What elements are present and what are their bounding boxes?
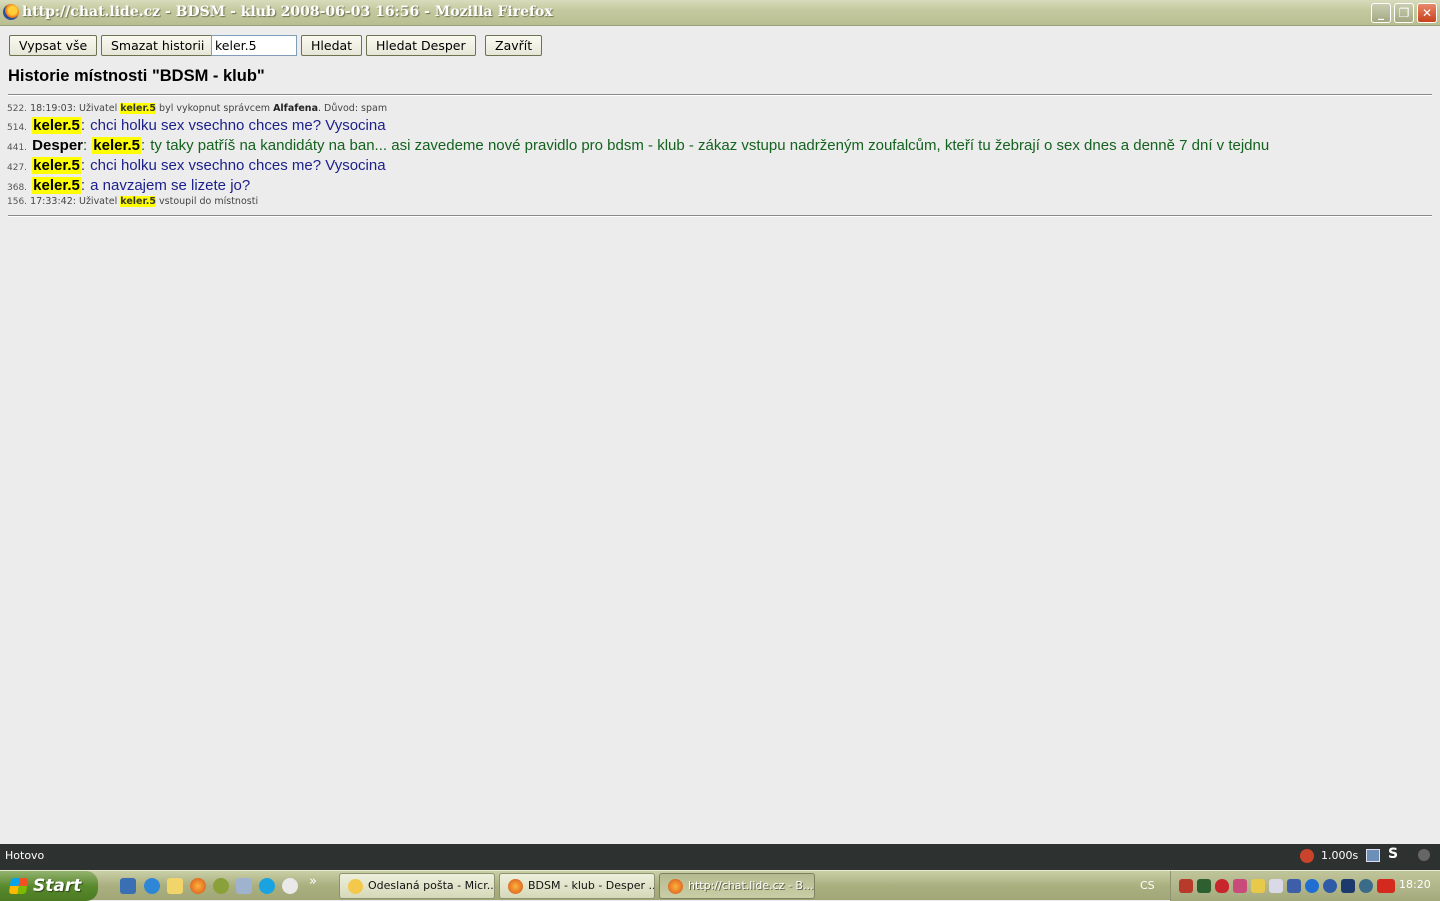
line-number: 156. [7, 197, 28, 207]
firefox-quicklaunch-icon[interactable] [190, 878, 206, 894]
timestamp: 17:33:42: [30, 196, 76, 207]
close-button[interactable]: Zavřít [485, 35, 543, 56]
separator: : [80, 177, 86, 194]
user-nick-highlight[interactable]: keler.5 [32, 177, 81, 194]
tray-app-icon[interactable] [1269, 879, 1283, 893]
icq-icon[interactable] [213, 878, 229, 894]
list-all-button[interactable]: Vypsat vše [9, 35, 98, 56]
task-label: http://chat.lide.cz - B... [688, 879, 814, 892]
start-label: Start [33, 876, 82, 896]
notepad-icon[interactable] [236, 878, 252, 894]
search-input[interactable]: keler.5 [211, 35, 297, 56]
language-indicator[interactable]: CS [1140, 879, 1155, 892]
ati-icon[interactable] [1377, 879, 1395, 893]
history-message-line: 514. keler.5: chci holku sex vsechno chc… [7, 115, 386, 134]
message-text: ty taky patříš na kandidáty na ban... as… [150, 137, 1270, 154]
separator: : [80, 157, 86, 174]
taskbar-item-outlook[interactable]: Odeslaná pošta - Micr... [339, 873, 495, 899]
media-player-icon[interactable] [282, 878, 298, 894]
task-label: BDSM - klub - Desper ... [528, 879, 655, 892]
clear-history-button[interactable]: Smazat historii [101, 35, 215, 56]
user-nick[interactable]: Desper [32, 137, 83, 154]
minimize-button[interactable]: _ [1371, 3, 1391, 23]
info-icon[interactable] [1305, 879, 1319, 893]
taskbar-item-firefox-active[interactable]: http://chat.lide.cz - B... [659, 873, 815, 899]
message-text: chci holku sex vsechno chces me? Vysocin… [90, 117, 386, 134]
history-message-line: 427. keler.5: chci holku sex vsechno chc… [7, 155, 386, 174]
line-number: 514. [7, 123, 28, 133]
window-title: http://chat.lide.cz - BDSM - klub 2008-0… [22, 4, 553, 20]
load-timing: 1.000s [1321, 849, 1359, 862]
page-content: Vypsat vše Smazat historii keler.5 Hleda… [0, 26, 1440, 844]
history-system-line: 522. 18:19:03: Uživatel keler.5 byl vyko… [7, 103, 387, 114]
system-text: . Důvod: spam [317, 103, 388, 114]
addon-icon[interactable] [1300, 849, 1314, 863]
recipient-nick-highlight[interactable]: keler.5 [92, 137, 141, 154]
divider-top [8, 94, 1432, 96]
security-icon[interactable] [1233, 879, 1247, 893]
divider-bottom [8, 215, 1432, 217]
internet-explorer-icon[interactable] [144, 878, 160, 894]
timestamp: 18:19:03: [30, 103, 76, 114]
message-text: chci holku sex vsechno chces me? Vysocin… [90, 157, 386, 174]
s-addon-icon[interactable]: S [1388, 846, 1398, 862]
network-tray-icon[interactable] [1197, 879, 1211, 893]
user-nick-highlight[interactable]: keler.5 [120, 196, 157, 207]
search-button[interactable]: Hledat [301, 35, 363, 56]
restore-button[interactable]: ❐ [1394, 3, 1414, 23]
admin-nick[interactable]: Alfafena [273, 103, 318, 114]
line-number: 441. [7, 143, 28, 153]
sync-icon[interactable] [1359, 879, 1373, 893]
skype-icon[interactable] [259, 878, 275, 894]
close-window-button[interactable]: ✕ [1417, 3, 1437, 23]
mail-icon[interactable] [167, 878, 183, 894]
user-nick-highlight[interactable]: keler.5 [120, 103, 157, 114]
system-text: byl vykopnut správcem [159, 103, 271, 114]
start-button[interactable]: Start [0, 871, 98, 901]
info-icon-2[interactable] [1323, 879, 1337, 893]
windows-logo-icon [8, 878, 29, 894]
display-icon[interactable] [1287, 879, 1301, 893]
firefox-icon [508, 879, 523, 894]
outlook-icon [348, 879, 363, 894]
separator: : [140, 137, 146, 154]
separator: : [83, 137, 88, 154]
firefox-icon [668, 879, 683, 894]
status-grip-icon[interactable] [1418, 849, 1430, 861]
system-text: vstoupil do místnosti [159, 196, 259, 207]
quicklaunch-chevron[interactable]: » [309, 874, 317, 889]
user-nick-highlight[interactable]: keler.5 [32, 117, 81, 134]
system-text: Uživatel [78, 103, 118, 114]
line-number: 522. [7, 104, 28, 114]
windows-taskbar: Start » Odeslaná pošta - Micr... BDSM - … [0, 870, 1440, 901]
monitor-icon[interactable] [1341, 879, 1355, 893]
system-text: Uživatel [78, 196, 118, 207]
task-label: Odeslaná pošta - Micr... [368, 879, 495, 892]
history-message-line: 368. keler.5: a navzajem se lizete jo? [7, 175, 250, 194]
system-tray: 18:20 [1170, 871, 1440, 901]
history-message-line: 441. Desper: keler.5: ty taky patříš na … [7, 135, 1269, 154]
taskbar-item-firefox-desper[interactable]: BDSM - klub - Desper ... [499, 873, 655, 899]
firefox-icon [3, 4, 19, 20]
user-nick-highlight[interactable]: keler.5 [32, 157, 81, 174]
show-desktop-icon[interactable] [120, 878, 136, 894]
status-text: Hotovo [5, 849, 45, 862]
search-desper-button[interactable]: Hledat Desper [366, 35, 476, 56]
line-number: 368. [7, 183, 28, 193]
window-titlebar[interactable]: http://chat.lide.cz - BDSM - klub 2008-0… [0, 0, 1440, 26]
browser-statusbar: Hotovo 1.000s S [0, 844, 1440, 870]
mail-tray-icon[interactable] [1251, 879, 1265, 893]
page-title: Historie místnosti "BDSM - klub" [8, 67, 265, 85]
clock[interactable]: 18:20 [1399, 878, 1431, 891]
history-system-line: 156. 17:33:42: Uživatel keler.5 vstoupil… [7, 196, 258, 207]
line-number: 427. [7, 163, 28, 173]
network-icon[interactable] [1366, 849, 1380, 862]
antivirus-icon[interactable] [1215, 879, 1229, 893]
separator: : [80, 117, 86, 134]
message-text: a navzajem se lizete jo? [90, 177, 251, 194]
volume-icon[interactable] [1179, 879, 1193, 893]
